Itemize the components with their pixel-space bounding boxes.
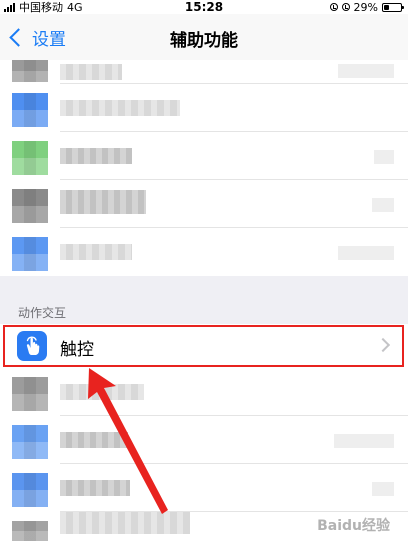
- blurred-icon: [12, 377, 48, 411]
- list-item[interactable]: [0, 228, 408, 276]
- blurred-label: [60, 148, 132, 164]
- status-bar: 中国移动 4G 15:28 29%: [0, 0, 408, 14]
- list-item[interactable]: [0, 132, 408, 180]
- hand-pointer-icon: [17, 331, 47, 361]
- blurred-value: [372, 198, 394, 212]
- status-right: 29%: [329, 0, 404, 14]
- orientation-lock-icon: [329, 3, 338, 11]
- blurred-value: [374, 150, 394, 164]
- blurred-label: [60, 244, 132, 260]
- blurred-value: [372, 482, 394, 496]
- blurred-icon: [12, 425, 48, 459]
- page-title: 辅助功能: [170, 31, 238, 51]
- blurred-icon: [12, 189, 48, 223]
- blurred-label: [60, 512, 190, 534]
- list-item[interactable]: [0, 512, 408, 541]
- list-item[interactable]: [0, 464, 408, 512]
- nav-bar: 设置 辅助功能: [0, 14, 408, 60]
- settings-list-top: [0, 60, 408, 276]
- list-item[interactable]: [0, 84, 408, 132]
- blurred-label: [60, 190, 146, 214]
- alarm-icon: [341, 3, 350, 11]
- blurred-icon: [12, 60, 48, 82]
- blurred-label: [60, 432, 128, 448]
- blurred-icon: [12, 473, 48, 507]
- battery-icon: [382, 2, 404, 12]
- section-gap: 动作交互: [0, 276, 408, 324]
- blurred-label: [60, 64, 122, 80]
- chevron-right-icon: [375, 337, 391, 353]
- blurred-value: [338, 246, 394, 260]
- section-header: 动作交互: [18, 306, 67, 320]
- blurred-icon: [12, 237, 48, 271]
- blurred-icon: [12, 521, 48, 541]
- touch-label: 触控: [60, 340, 94, 360]
- blurred-icon: [12, 93, 48, 127]
- list-item[interactable]: [0, 368, 408, 416]
- blurred-label: [60, 480, 130, 496]
- battery-fill: [384, 4, 389, 10]
- blurred-value: [338, 64, 394, 78]
- blurred-label: [60, 100, 180, 116]
- blurred-icon: [12, 141, 48, 175]
- blurred-value: [334, 434, 394, 448]
- list-item[interactable]: [0, 180, 408, 228]
- list-item[interactable]: [0, 60, 408, 84]
- blurred-label: [60, 384, 144, 400]
- list-item[interactable]: [0, 416, 408, 464]
- battery-percent: 29%: [353, 0, 378, 14]
- touch-row[interactable]: 触控: [0, 324, 408, 368]
- settings-list-bottom: [0, 368, 408, 541]
